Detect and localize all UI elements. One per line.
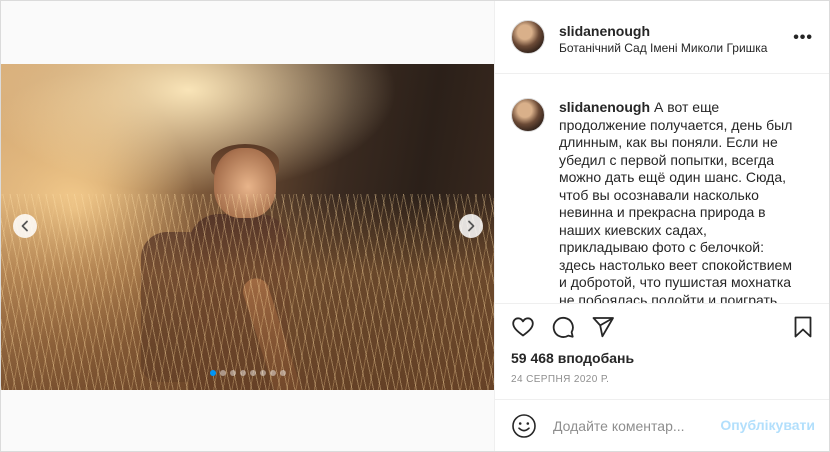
bookmark-icon <box>794 316 812 338</box>
share-button[interactable] <box>591 315 617 341</box>
chevron-left-icon <box>21 220 28 232</box>
comment-button[interactable] <box>551 315 577 341</box>
save-button[interactable] <box>791 315 817 341</box>
like-button[interactable] <box>511 315 537 341</box>
emoji-button[interactable] <box>511 413 537 439</box>
avatar[interactable] <box>511 20 545 54</box>
header-username[interactable]: slidanenough <box>559 23 650 39</box>
chevron-right-icon <box>468 220 475 232</box>
caption-section: slidanenough А вот еще продолжение получа… <box>495 74 829 304</box>
carousel-dot <box>259 370 266 376</box>
header-location[interactable]: Ботанічний Сад Імені Миколи Гришка <box>559 41 767 55</box>
heart-icon <box>512 317 534 337</box>
post-date[interactable]: 24 СЕРПНЯ 2020 Р. <box>511 374 609 385</box>
carousel-dot <box>229 370 236 376</box>
caption-text: А вот еще продолжение получается, день б… <box>559 99 793 304</box>
post-header: slidanenough Ботанічний Сад Імені Миколи… <box>495 1 829 74</box>
comment-bar: Опублікувати <box>495 399 829 451</box>
paper-plane-icon <box>592 317 614 338</box>
post-sidebar: slidanenough Ботанічний Сад Імені Миколи… <box>495 1 829 451</box>
carousel-dot <box>219 370 226 376</box>
likes-count[interactable]: 59 468 вподобань <box>511 350 634 366</box>
carousel-dot <box>269 370 276 376</box>
carousel-prev-button[interactable] <box>13 214 37 238</box>
photo-grass <box>1 194 494 390</box>
carousel-dot <box>239 370 246 376</box>
carousel-dot <box>209 370 216 376</box>
caption-username[interactable]: slidanenough <box>559 99 650 115</box>
carousel-dot <box>279 370 286 376</box>
caption-body: slidanenough А вот еще продолжение получа… <box>559 99 799 304</box>
post-media <box>1 1 495 451</box>
caption-avatar[interactable] <box>511 98 545 132</box>
carousel-dot <box>249 370 256 376</box>
emoji-smile-icon <box>512 414 536 438</box>
more-dots-icon[interactable]: ••• <box>793 29 813 47</box>
post-photo[interactable] <box>1 64 494 390</box>
publish-button[interactable]: Опублікувати <box>720 417 815 433</box>
carousel-next-button[interactable] <box>459 214 483 238</box>
comment-icon <box>552 316 574 338</box>
comment-input[interactable] <box>551 414 715 438</box>
action-bar <box>495 311 829 343</box>
post-dialog: slidanenough Ботанічний Сад Імені Миколи… <box>0 0 830 452</box>
carousel-indicator <box>1 370 494 376</box>
